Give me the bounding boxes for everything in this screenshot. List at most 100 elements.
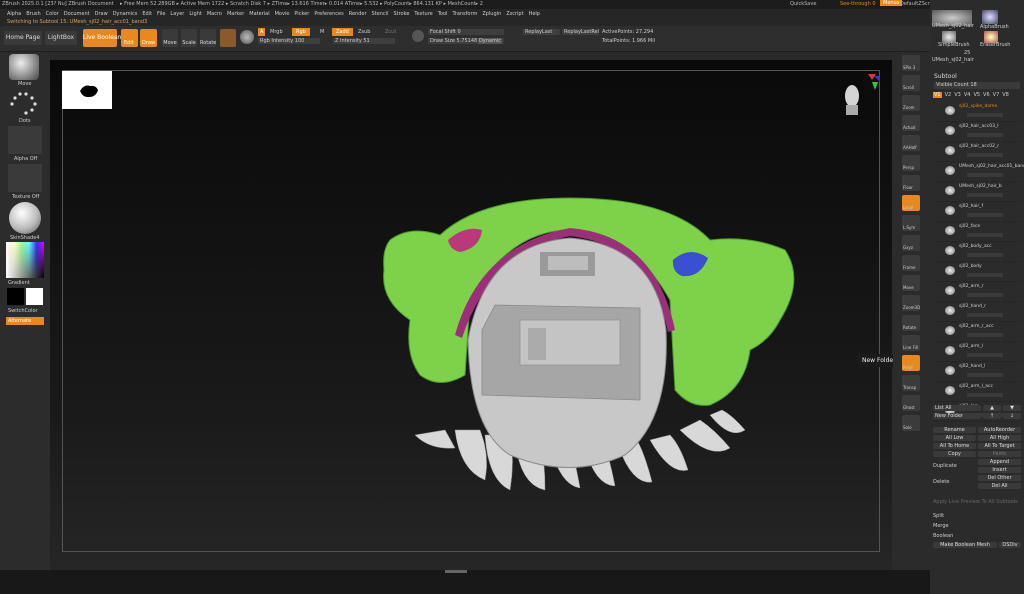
menu-item[interactable]: Marker <box>227 11 244 17</box>
toolbar-floor-button[interactable]: Floor <box>902 175 920 191</box>
zcut-button[interactable]: Zcut <box>385 29 396 35</box>
subtool-row[interactable]: sj02_arm_l <box>933 342 1021 362</box>
gizmo-icon[interactable] <box>240 30 254 44</box>
subtool-toggles[interactable] <box>967 233 1003 237</box>
menu-item[interactable]: Render <box>349 11 367 17</box>
subtool-toggles[interactable] <box>967 373 1003 377</box>
version-tab[interactable]: V4 <box>964 92 971 98</box>
shelf-handle[interactable] <box>445 570 467 573</box>
toolbar-move-button[interactable]: Move <box>902 275 920 291</box>
subtool-toggles[interactable] <box>967 153 1003 157</box>
subtool-row[interactable]: sj02_spike_dome <box>933 102 1021 122</box>
subtool-row[interactable]: sj02_body <box>933 262 1021 282</box>
version-tab[interactable]: V7 <box>993 92 1000 98</box>
del-other-button[interactable]: Del Other <box>978 475 1021 481</box>
toolbar-gxyz-button[interactable]: Gxyz <box>902 235 920 251</box>
menu-item[interactable]: Movie <box>275 11 290 17</box>
dynamic-toggle[interactable]: Dynamic <box>477 38 502 44</box>
main-color-swatch[interactable] <box>26 288 43 305</box>
visible-count-slider[interactable]: Visible Count 18 <box>934 82 1020 89</box>
subtool-row[interactable]: UMesh_sj02_hair_acc01_band <box>933 162 1024 182</box>
toolbar-line-fill-button[interactable]: Line Fill <box>902 335 920 351</box>
alphabrush-icon[interactable] <box>982 10 998 24</box>
subtool-toggles[interactable] <box>967 273 1003 277</box>
navigator-thumbnail[interactable] <box>62 71 112 109</box>
draw-size-slider[interactable]: Draw Size 5.75148 Dynamic <box>428 38 504 44</box>
subtool-toggles[interactable] <box>967 293 1003 297</box>
move-up-button[interactable]: ↑ <box>983 413 1001 419</box>
subtool-row[interactable]: sj02_hair_f <box>933 202 1021 222</box>
z-intensity-slider[interactable]: Z Intensity 51 <box>333 38 395 44</box>
subtool-toggles[interactable] <box>967 253 1003 257</box>
new-folder-button[interactable]: New Folder <box>933 413 981 419</box>
subtool-toggles[interactable] <box>967 213 1003 217</box>
toolbar-rotate-button[interactable]: Rotate <box>902 315 920 331</box>
toolbar-zoom-button[interactable]: Zoom <box>902 95 920 111</box>
toolbar-solo-button[interactable]: Solo <box>902 415 920 431</box>
a-button[interactable]: A <box>258 28 266 36</box>
subtool-toggles[interactable] <box>967 133 1003 137</box>
subtool-row[interactable]: sj02_face <box>933 222 1021 242</box>
append-button[interactable]: Append <box>978 459 1021 465</box>
all-high-button[interactable]: All High <box>978 435 1021 441</box>
lightbox-button[interactable]: LightBox <box>45 31 77 45</box>
version-tab[interactable]: V1 <box>933 92 942 98</box>
boolean-button[interactable]: Boolean <box>933 533 1021 539</box>
toolbar-transp-button[interactable]: Transp <box>902 375 920 391</box>
toolbar-scroll-button[interactable]: Scroll <box>902 75 920 91</box>
paste-button[interactable]: Paste <box>978 451 1021 457</box>
toolbar-polyf-button[interactable]: PolyF <box>902 355 920 371</box>
draw-button[interactable]: Draw <box>140 29 157 47</box>
menu-item[interactable]: Zscript <box>506 11 523 17</box>
version-tab[interactable]: V5 <box>973 92 980 98</box>
toolbar-spix-3-button[interactable]: SPix 3 <box>902 55 920 71</box>
toolbar-zoom3d-button[interactable]: Zoom3D <box>902 295 920 311</box>
home-page-button[interactable]: Home Page <box>4 31 42 45</box>
all-low-button[interactable]: All Low <box>933 435 976 441</box>
make-boolean-mesh-button[interactable]: Make Boolean Mesh <box>933 542 997 548</box>
scale-button[interactable]: Scale <box>181 29 197 47</box>
mrgb-button[interactable]: Mrgb <box>270 29 283 35</box>
menu-item[interactable]: Stencil <box>372 11 389 17</box>
secondary-color-swatch[interactable] <box>7 288 24 305</box>
apply-live-preview-button[interactable]: Apply Live Preview To All Subtools <box>933 499 1021 505</box>
subtool-row[interactable]: sj02_hand_r <box>933 302 1021 322</box>
quicksave-button[interactable]: QuickSave <box>790 1 816 7</box>
toolbar-frame-button[interactable]: Frame <box>902 255 920 271</box>
rgb-intensity-slider[interactable]: Rgb Intensity 100 <box>258 38 320 44</box>
edit-button[interactable]: Edit <box>121 29 138 47</box>
menu-item[interactable]: Help <box>529 11 540 17</box>
menu-item[interactable]: Texture <box>414 11 432 17</box>
menu-item[interactable]: Alpha <box>7 11 21 17</box>
hair-model[interactable] <box>370 190 810 500</box>
zadd-button[interactable]: Zadd <box>332 28 353 36</box>
menu-item[interactable]: Zplugin <box>482 11 501 17</box>
merge-button[interactable]: Merge <box>933 523 1021 529</box>
texture-thumbnail[interactable] <box>8 164 42 192</box>
all-to-home-button[interactable]: All To Home <box>933 443 976 449</box>
subtool-toggles[interactable] <box>967 313 1003 317</box>
version-tab[interactable]: V6 <box>983 92 990 98</box>
stroke-thumbnail[interactable] <box>8 90 40 116</box>
replay-last-rel-button[interactable]: ReplayLastRel <box>562 29 599 35</box>
switchcolor-button[interactable]: SwitchColor <box>8 308 38 314</box>
m-button[interactable]: M <box>320 29 324 35</box>
replay-last-button[interactable]: ReplayLast <box>523 29 560 35</box>
color-picker[interactable] <box>6 242 44 278</box>
subtool-toggles[interactable] <box>967 353 1003 357</box>
alternate-button[interactable]: Alternate <box>6 317 44 325</box>
subtool-row[interactable]: sj02_body_acc <box>933 242 1021 262</box>
subtool-row[interactable]: UMesh_sj02_hair_b <box>933 182 1021 202</box>
menu-item[interactable]: Tool <box>438 11 448 17</box>
copy-button[interactable]: Copy <box>933 451 976 457</box>
version-tab[interactable]: V8 <box>1002 92 1009 98</box>
list-all-button[interactable]: List All <box>933 405 981 411</box>
version-tab[interactable]: V3 <box>954 92 961 98</box>
subtool-row[interactable]: sj02_arm_r_acc <box>933 322 1021 342</box>
subtool-toggles[interactable] <box>967 393 1003 397</box>
rename-button[interactable]: Rename <box>933 427 976 433</box>
toolbar-l-sym-button[interactable]: L.Sym <box>902 215 920 231</box>
menu-item[interactable]: Layer <box>170 11 184 17</box>
menu-item[interactable]: Transform <box>452 11 477 17</box>
menu-item[interactable]: Preferences <box>314 11 343 17</box>
